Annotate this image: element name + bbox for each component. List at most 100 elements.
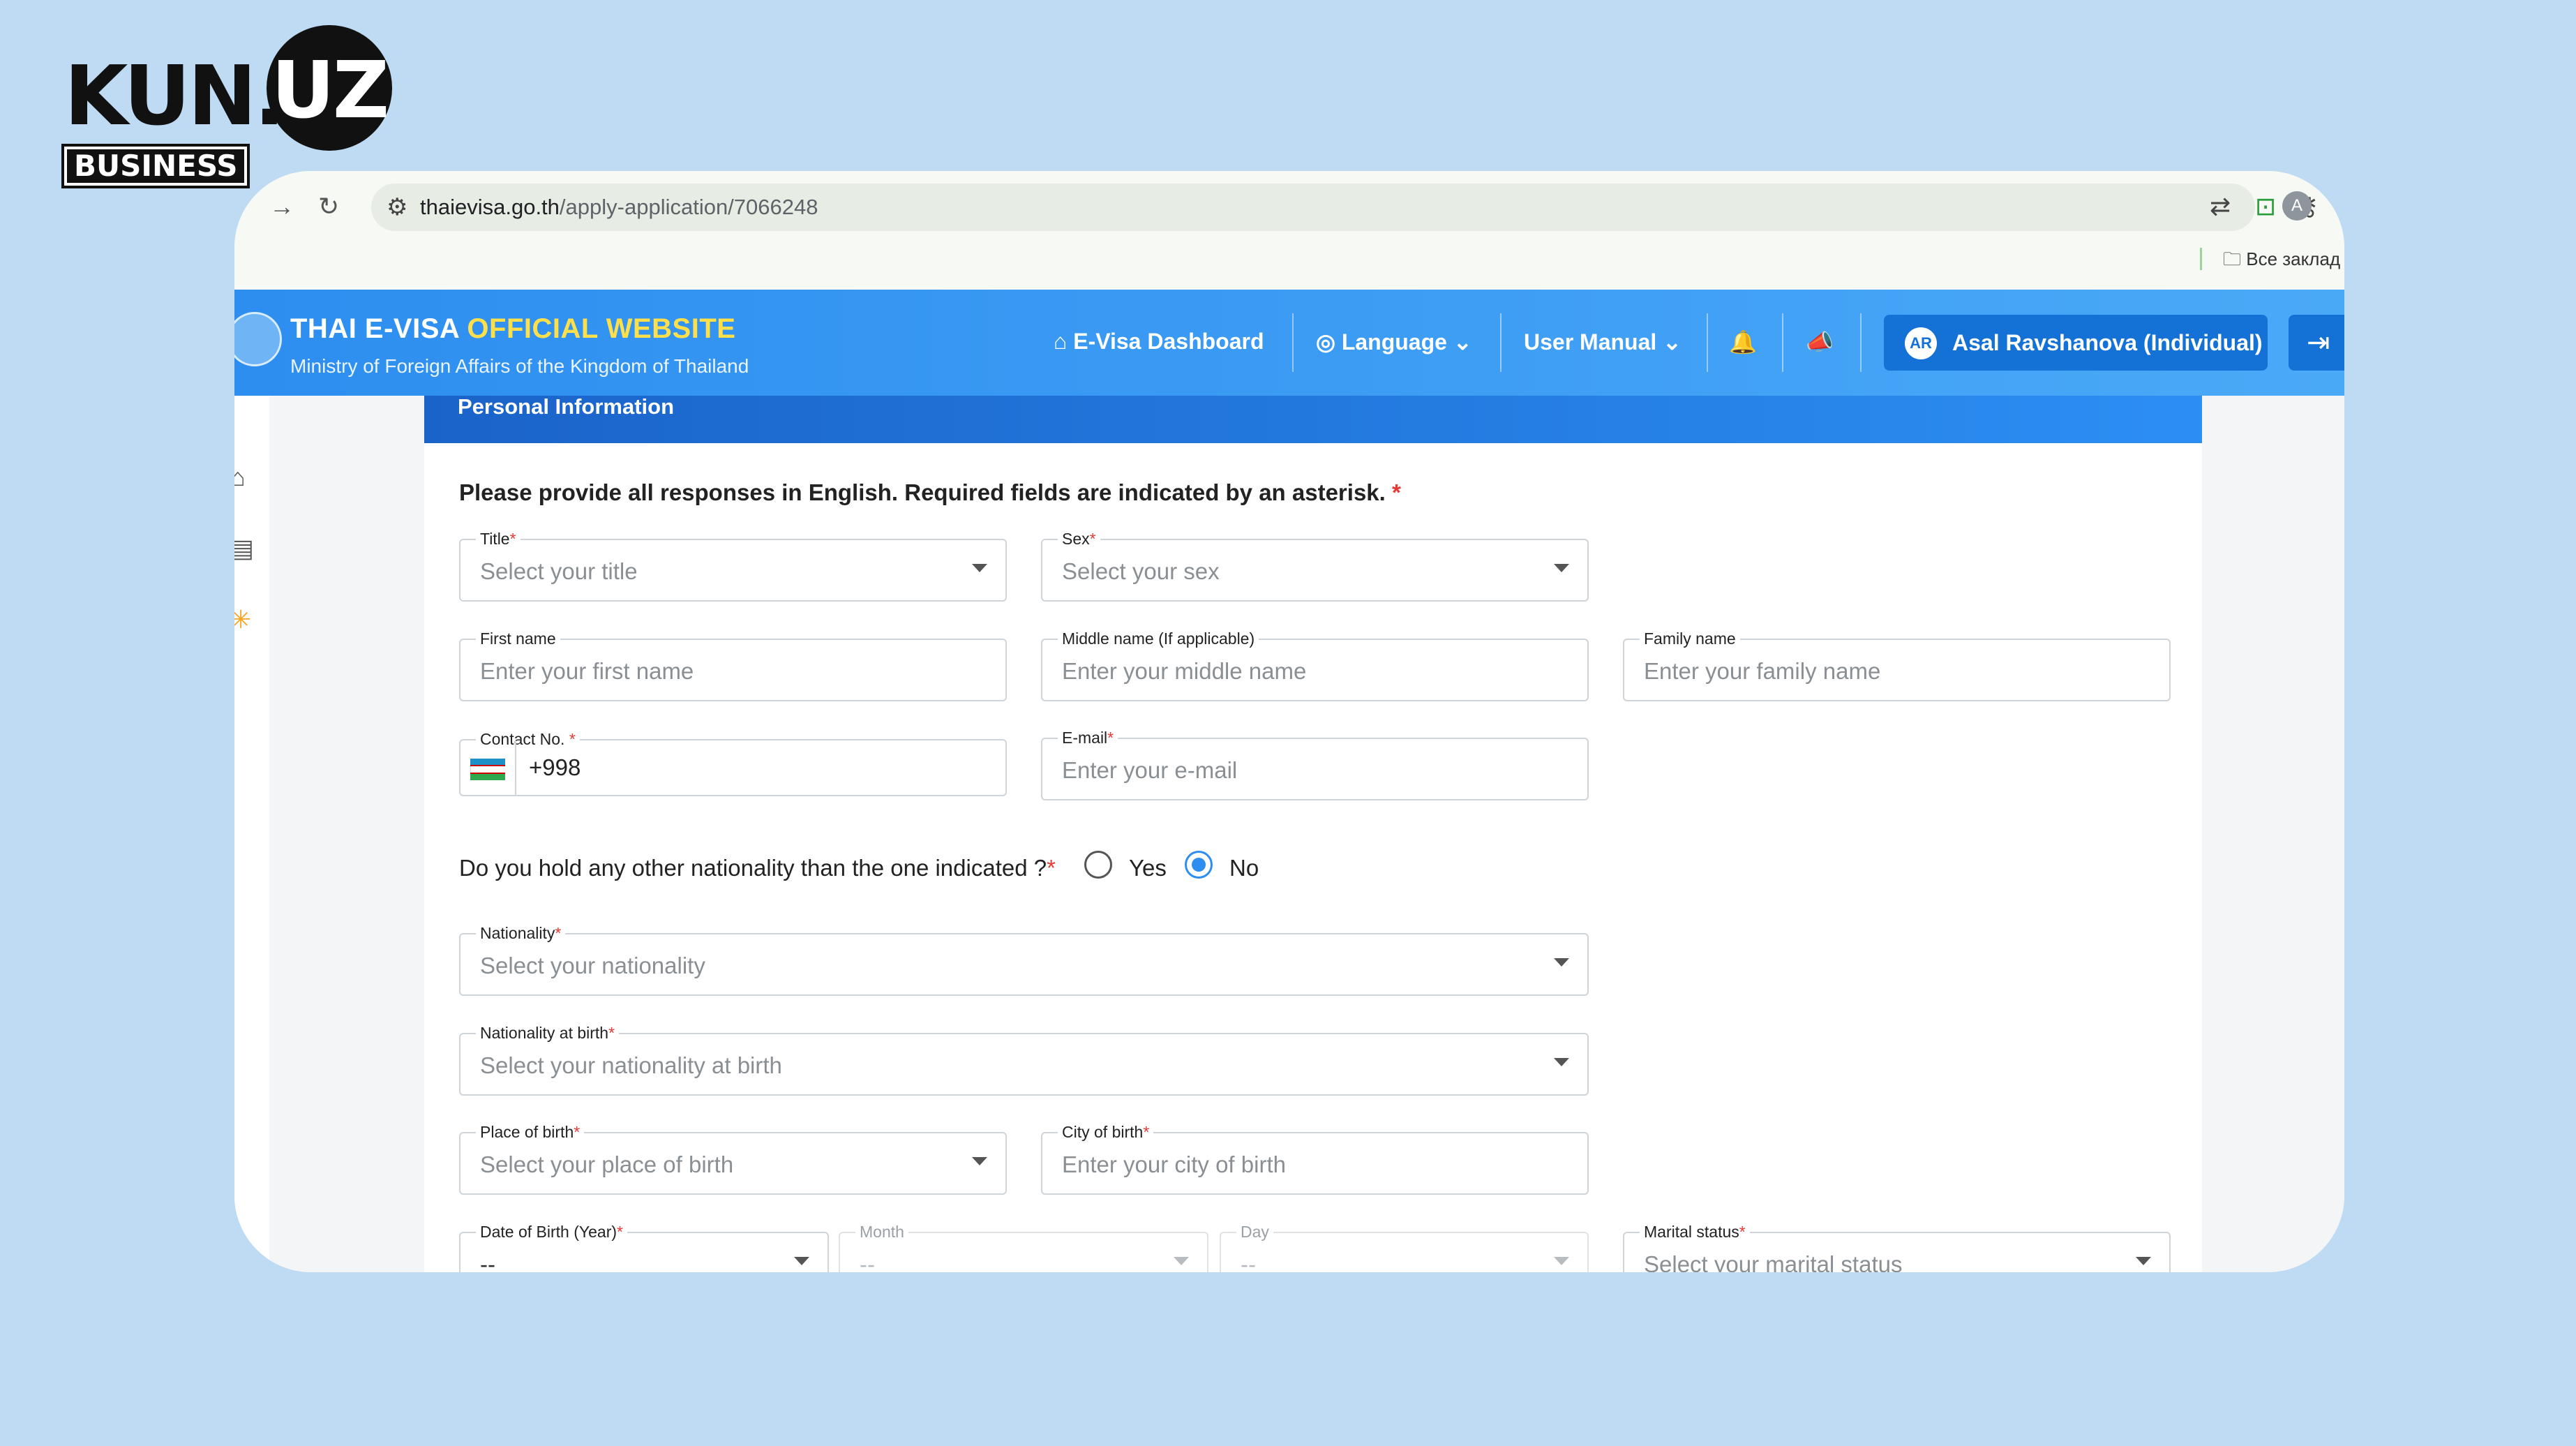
marital-status-select[interactable]: Marital status* Select your marital stat… (1623, 1223, 2171, 1272)
site-settings-icon[interactable]: ⚙ (387, 193, 407, 221)
nationality-select[interactable]: Nationality* Select your nationality (459, 924, 1589, 996)
chevron-down-icon: ⌄ (1446, 329, 1472, 355)
country-flag-icon[interactable] (470, 759, 505, 781)
field-label: Nationality* (476, 924, 566, 942)
url-host: thaievisa.go.th (420, 195, 560, 219)
required-asterisk: * (1739, 1223, 1746, 1241)
dob-month-select[interactable]: Month -- (839, 1223, 1208, 1272)
title-placeholder: Select your title (480, 558, 638, 584)
reload-icon[interactable]: ↻ (318, 192, 339, 221)
city-birth-placeholder: Enter your city of birth (1062, 1151, 1286, 1177)
nav-divider (1707, 313, 1708, 372)
email-input[interactable]: E-mail* Enter your e-mail (1041, 729, 1589, 800)
logo-uz-text: UZ (271, 45, 389, 136)
logout-icon[interactable]: ⇥ (2289, 315, 2344, 371)
required-asterisk: * (509, 530, 516, 548)
email-placeholder: Enter your e-mail (1062, 757, 1238, 783)
url-text: thaievisa.go.th/apply-application/706624… (420, 195, 818, 220)
required-asterisk: * (1392, 479, 1401, 505)
home-icon[interactable]: ⌂ (234, 463, 246, 492)
nav-divider (1860, 313, 1862, 372)
required-asterisk: * (1047, 855, 1056, 881)
nationality-birth-label: Nationality at birth (480, 1024, 609, 1042)
nationality-at-birth-select[interactable]: Nationality at birth* Select your nation… (459, 1024, 1589, 1096)
site-title-main: THAI E-VISA (290, 313, 467, 344)
folder-icon: 🗀 (2223, 248, 2247, 269)
all-bookmarks[interactable]: 🗀 Все заклад (2223, 246, 2340, 277)
field-label: Contact No. * (476, 730, 580, 748)
radio-yes-label[interactable]: Yes (1129, 855, 1167, 881)
contact-label: Contact No. (480, 730, 565, 748)
nav-divider (1500, 313, 1502, 372)
required-asterisk: * (569, 730, 576, 748)
field-label: Place of birth* (476, 1123, 585, 1141)
dropdown-arrow-icon (794, 1257, 809, 1265)
nav-language[interactable]: ◎ Language ⌄ (1316, 329, 1472, 355)
logo-business-text: BUSINESS (64, 147, 248, 186)
announcement-megaphone-icon[interactable]: 📣 (1806, 329, 1834, 355)
nav-dashboard-label: E-Visa Dashboard (1073, 329, 1264, 354)
question-text: Do you hold any other nationality than t… (459, 855, 1047, 881)
title-label: Title (480, 530, 510, 548)
forward-icon[interactable]: → (269, 192, 294, 221)
middle-name-input[interactable]: Middle name (If applicable) Enter your m… (1041, 629, 1589, 701)
dob-day-placeholder: -- (1241, 1251, 1256, 1272)
family-name-input[interactable]: Family name Enter your family name (1623, 629, 2171, 701)
nationality-birth-placeholder: Select your nationality at birth (480, 1052, 782, 1078)
dob-month-placeholder: -- (860, 1251, 875, 1272)
place-of-birth-select[interactable]: Place of birth* Select your place of bir… (459, 1123, 1007, 1195)
sex-label: Sex (1062, 530, 1090, 548)
settings-icon[interactable]: ✳ (234, 605, 251, 634)
sex-select[interactable]: Sex* Select your sex (1041, 530, 1589, 602)
radio-yes[interactable] (1084, 851, 1112, 879)
bookmark-star-icon[interactable]: ☆ (2342, 192, 2344, 221)
field-label: Title* (476, 530, 521, 548)
contact-number-input[interactable]: Contact No. * +998 (459, 730, 1007, 796)
family-name-placeholder: Enter your family name (1644, 658, 1881, 684)
document-icon[interactable]: ▤ (234, 534, 254, 563)
globe-icon: ◎ (1316, 329, 1342, 355)
city-of-birth-input[interactable]: City of birth* Enter your city of birth (1041, 1123, 1589, 1195)
address-bar[interactable]: ⚙ thaievisa.go.th/apply-application/7066… (371, 184, 2344, 231)
dropdown-arrow-icon (1174, 1257, 1189, 1265)
notification-bell-icon[interactable]: 🔔 (1729, 329, 1757, 355)
flag-divider (515, 740, 516, 795)
required-asterisk: * (1089, 530, 1096, 548)
nationality-placeholder: Select your nationality (480, 953, 705, 978)
nav-divider (1292, 313, 1294, 372)
nav-user-manual[interactable]: User Manual ⌄ (1524, 329, 1682, 355)
field-label: Marital status* (1640, 1223, 1750, 1241)
radio-no[interactable] (1185, 851, 1213, 879)
radio-no-label[interactable]: No (1229, 855, 1259, 881)
title-select[interactable]: Title* Select your title (459, 530, 1007, 602)
dob-day-select[interactable]: Day -- (1220, 1223, 1589, 1272)
dropdown-arrow-icon (1554, 1257, 1569, 1265)
required-asterisk: * (574, 1123, 581, 1141)
dropdown-arrow-icon (972, 1157, 987, 1165)
required-asterisk: * (555, 924, 562, 942)
field-label: Nationality at birth* (476, 1024, 620, 1042)
email-label: E-mail (1062, 729, 1108, 747)
nav-divider (1782, 313, 1783, 372)
dob-year-select[interactable]: Date of Birth (Year)* -- (459, 1223, 829, 1272)
dropdown-arrow-icon (2136, 1257, 2151, 1265)
required-asterisk: * (1143, 1123, 1150, 1141)
nationality-label: Nationality (480, 924, 555, 942)
profile-avatar[interactable]: A (2282, 191, 2312, 221)
install-app-icon[interactable]: ⊡ (2255, 192, 2276, 221)
place-birth-label: Place of birth (480, 1123, 574, 1141)
field-label: E-mail* (1058, 729, 1118, 747)
url-path: /apply-application/7066248 (559, 195, 818, 219)
translate-icon[interactable]: ⇄ (2210, 192, 2231, 221)
dob-day-label: Day (1236, 1223, 1273, 1241)
first-name-input[interactable]: First name Enter your first name (459, 629, 1007, 701)
middle-name-label: Middle name (If applicable) (1058, 629, 1259, 648)
browser-toolbar: → ↻ ⚙ thaievisa.go.th/apply-application/… (234, 171, 2344, 290)
middle-name-placeholder: Enter your middle name (1062, 658, 1307, 684)
nav-manual-label: User Manual (1524, 329, 1657, 355)
nav-dashboard[interactable]: ⌂ E-Visa Dashboard (1054, 329, 1264, 355)
required-asterisk: * (617, 1223, 623, 1241)
user-avatar: AR (1905, 327, 1937, 359)
required-asterisk: * (608, 1024, 615, 1042)
user-profile-button[interactable]: AR Asal Ravshanova (Individual) (1884, 315, 2268, 371)
